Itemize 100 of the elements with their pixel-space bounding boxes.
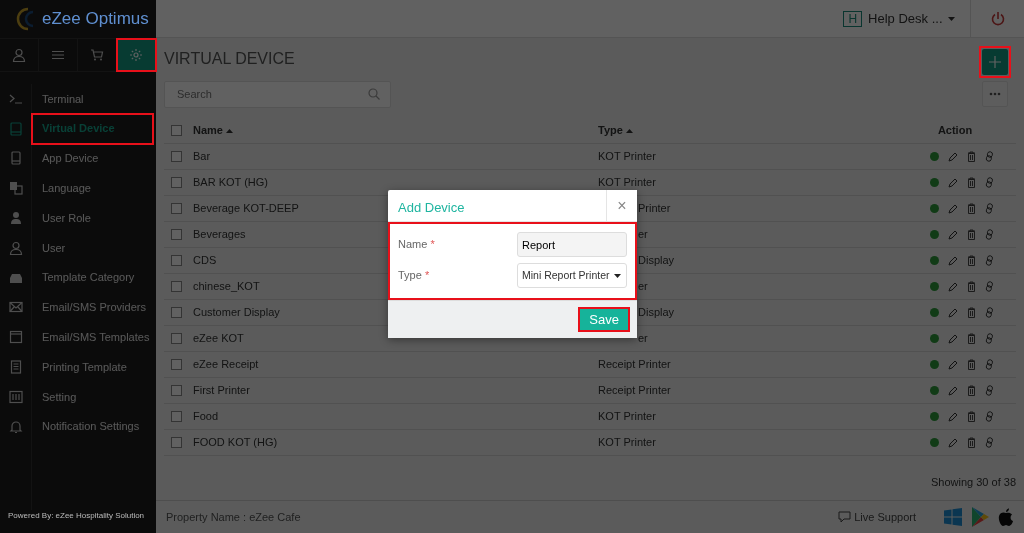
person-icon: [8, 211, 23, 226]
highlight-frame: [979, 46, 1011, 78]
sidebar-item[interactable]: Language: [32, 173, 154, 204]
chat-icon: [838, 511, 852, 523]
delete-icon[interactable]: [967, 229, 976, 240]
sidebar-item[interactable]: Terminal: [32, 84, 154, 114]
delete-icon[interactable]: [967, 177, 976, 188]
link-icon[interactable]: [985, 229, 994, 240]
row-checkbox[interactable]: [171, 281, 182, 292]
table-cell: BAR KOT (HG): [193, 176, 268, 189]
link-icon[interactable]: [985, 333, 994, 344]
delete-icon[interactable]: [967, 255, 976, 266]
edit-icon[interactable]: [948, 203, 958, 214]
link-icon[interactable]: [985, 281, 994, 292]
delete-icon[interactable]: [967, 333, 976, 344]
sidebar-item[interactable]: Email/SMS Providers: [32, 292, 154, 323]
sidebar-item[interactable]: Setting: [32, 381, 154, 412]
tablet-icon: [8, 121, 23, 136]
edit-icon[interactable]: [948, 229, 958, 240]
edit-icon[interactable]: [948, 255, 958, 266]
row-checkbox[interactable]: [171, 437, 182, 448]
link-icon[interactable]: [985, 385, 994, 396]
field-label: Name *: [398, 237, 435, 253]
edit-icon[interactable]: [948, 437, 958, 448]
row-checkbox[interactable]: [171, 333, 182, 344]
add-button[interactable]: [982, 49, 1008, 75]
table-cell: Receipt Printer: [598, 358, 671, 371]
settings-icon: [129, 48, 143, 62]
row-checkbox[interactable]: [171, 151, 182, 162]
menu-icon: [51, 48, 65, 62]
windows-icon[interactable]: [944, 508, 962, 526]
sidebar-item[interactable]: Notification Settings: [32, 411, 154, 442]
document-icon: [8, 360, 23, 375]
edit-icon[interactable]: [948, 151, 958, 162]
row-checkbox[interactable]: [171, 385, 182, 396]
type-select[interactable]: Mini Report Printer: [517, 263, 627, 288]
highlight-frame: [116, 38, 157, 72]
help-desk-badge: H: [843, 10, 863, 27]
text-input[interactable]: Report: [517, 232, 627, 257]
row-checkbox[interactable]: [171, 255, 182, 266]
delete-icon[interactable]: [967, 307, 976, 318]
delete-icon[interactable]: [967, 203, 976, 214]
sidebar-item[interactable]: App Device: [32, 143, 154, 174]
power-icon[interactable]: [989, 10, 1006, 27]
sidebar-item[interactable]: User: [32, 233, 154, 263]
table-cell: KOT Printer: [598, 436, 656, 449]
app-logo-text: eZee Optimus: [42, 8, 149, 31]
calendar-icon: [8, 330, 23, 345]
sidebar-item[interactable]: User Role: [32, 203, 154, 233]
property-name: Property Name : eZee Cafe: [166, 509, 302, 525]
edit-icon[interactable]: [948, 281, 958, 292]
field-label: Type *: [398, 268, 430, 284]
link-icon[interactable]: [985, 437, 994, 448]
play-store-icon[interactable]: [971, 507, 989, 527]
delete-icon[interactable]: [967, 281, 976, 292]
table-cell: Beverages: [193, 228, 246, 241]
link-icon[interactable]: [985, 255, 994, 266]
edit-icon[interactable]: [948, 307, 958, 318]
delete-icon[interactable]: [967, 411, 976, 422]
select-all-checkbox[interactable]: [171, 125, 182, 136]
table-cell: Display: [638, 306, 675, 319]
edit-icon[interactable]: [948, 385, 958, 396]
row-checkbox[interactable]: [171, 307, 182, 318]
row-checkbox[interactable]: [171, 177, 182, 188]
row-checkbox[interactable]: [171, 359, 182, 370]
column-header[interactable]: Type: [598, 124, 633, 137]
delete-icon[interactable]: [967, 359, 976, 370]
row-checkbox[interactable]: [171, 411, 182, 422]
delete-icon[interactable]: [967, 437, 976, 448]
table-cell: Beverage KOT-DEEP: [193, 202, 299, 215]
table-cell: Bar: [193, 150, 211, 163]
sliders-icon: [8, 389, 23, 404]
apple-icon[interactable]: [998, 507, 1014, 527]
edit-icon[interactable]: [948, 177, 958, 188]
link-icon[interactable]: [985, 151, 994, 162]
link-icon[interactable]: [985, 307, 994, 318]
row-checkbox[interactable]: [171, 229, 182, 240]
sidebar-item[interactable]: Printing Template: [32, 352, 154, 382]
link-icon[interactable]: [985, 203, 994, 214]
row-checkbox[interactable]: [171, 203, 182, 214]
delete-icon[interactable]: [967, 151, 976, 162]
link-icon[interactable]: [985, 359, 994, 370]
link-icon[interactable]: [985, 411, 994, 422]
bell-icon: [8, 419, 23, 434]
edit-icon[interactable]: [948, 359, 958, 370]
live-support-link[interactable]: Live Support: [838, 508, 916, 526]
user-menu[interactable]: Help Desk ...: [868, 8, 955, 29]
column-header: Action: [937, 123, 973, 139]
user-icon: [8, 240, 23, 255]
caret-icon: [948, 16, 955, 21]
user-icon: [12, 48, 26, 62]
column-header[interactable]: Name: [193, 124, 234, 137]
sidebar-item[interactable]: Template Category: [32, 262, 154, 293]
link-icon[interactable]: [985, 177, 994, 188]
edit-icon[interactable]: [948, 333, 958, 344]
close-button[interactable]: ×: [606, 190, 637, 221]
delete-icon[interactable]: [967, 385, 976, 396]
edit-icon[interactable]: [948, 411, 958, 422]
table-cell: Food: [193, 410, 219, 423]
sidebar-item[interactable]: Email/SMS Templates: [32, 322, 154, 353]
